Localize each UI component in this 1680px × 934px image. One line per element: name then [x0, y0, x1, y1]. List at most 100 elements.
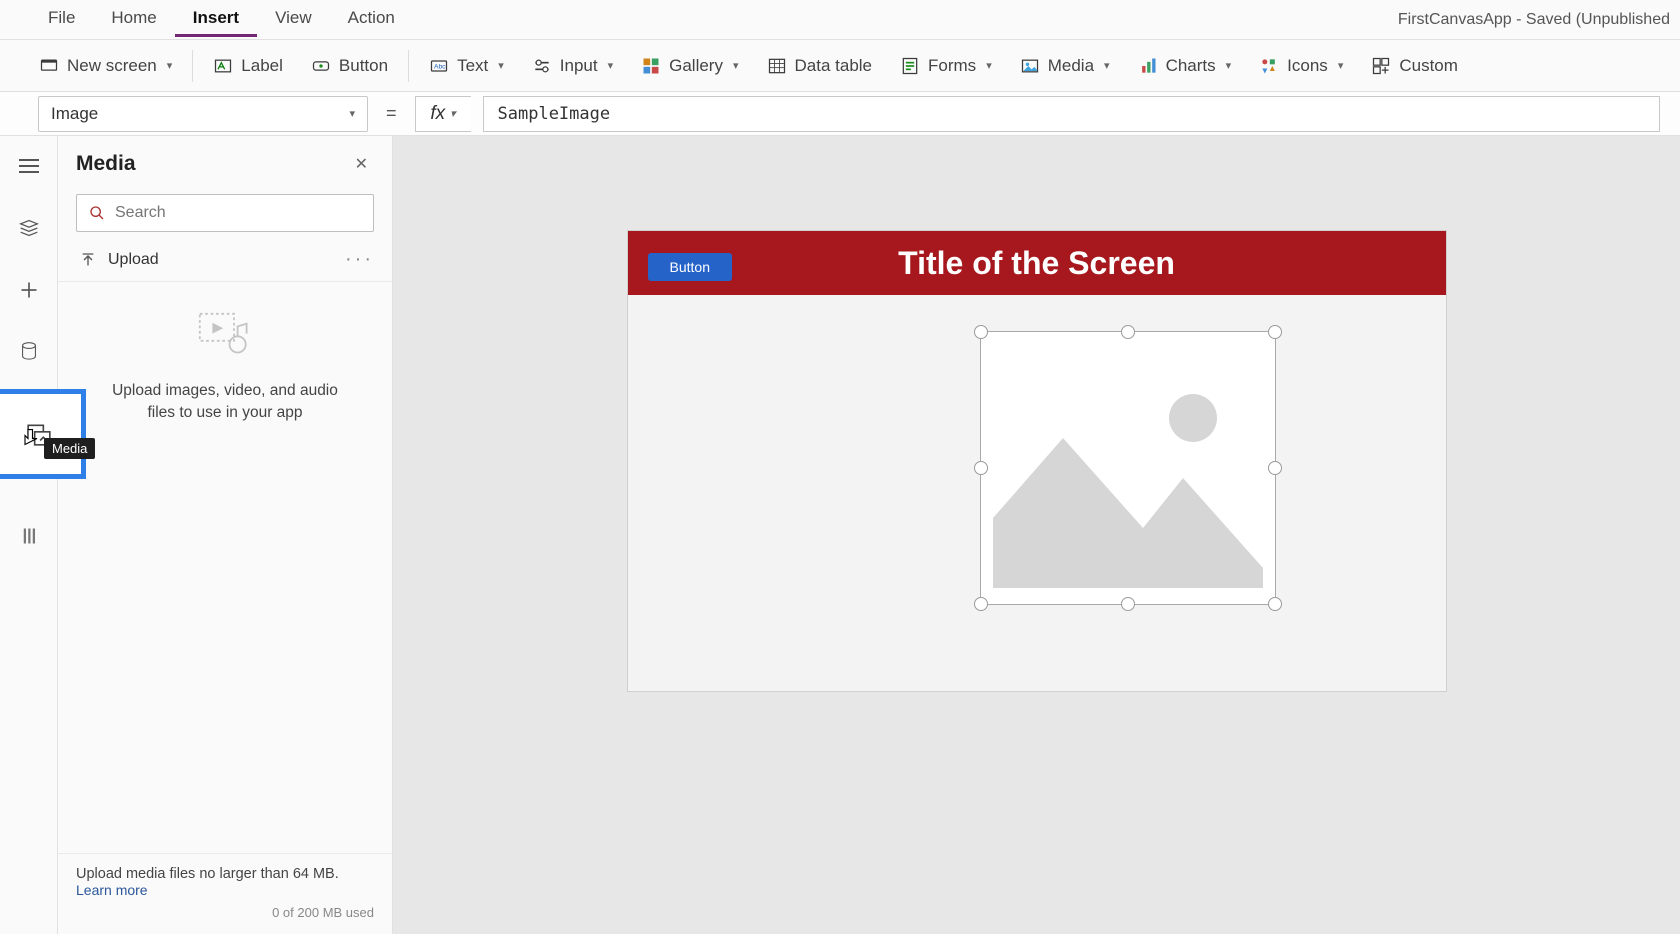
add-icon[interactable] [9, 270, 49, 310]
upload-hint: Upload images, video, and audio files to… [58, 380, 392, 423]
tree-view-icon[interactable] [9, 208, 49, 248]
forms-label: Forms [928, 56, 976, 76]
custom-label: Custom [1399, 56, 1458, 76]
chevron-down-icon: ▾ [608, 59, 614, 72]
text-label: Text [457, 56, 488, 76]
property-select[interactable]: Image ▾ [38, 96, 368, 132]
separator [192, 50, 193, 82]
property-value: Image [51, 104, 98, 124]
forms-icon [900, 56, 920, 76]
resize-handle[interactable] [1268, 461, 1282, 475]
input-icon [532, 56, 552, 76]
forms-button[interactable]: Forms ▾ [886, 50, 1006, 82]
storage-usage: 0 of 200 MB used [76, 905, 374, 920]
footer-text: Upload media files no larger than 64 MB. [76, 866, 374, 882]
chevron-down-icon: ▾ [167, 59, 173, 72]
input-label: Input [560, 56, 598, 76]
separator [408, 50, 409, 82]
close-icon[interactable]: ✕ [349, 148, 374, 180]
resize-handle[interactable] [1121, 597, 1135, 611]
media-tooltip: Media [44, 438, 95, 459]
equals-sign: = [380, 103, 403, 124]
charts-button[interactable]: Charts ▾ [1124, 50, 1246, 82]
app-screen[interactable]: Button Title of the Screen [628, 231, 1446, 691]
gallery-icon [641, 56, 661, 76]
search-box[interactable] [76, 194, 374, 232]
media-panel: Media ✕ Upload ··· Upload images, video,… [58, 136, 393, 934]
more-icon[interactable]: ··· [345, 248, 374, 271]
screen-header: Button Title of the Screen [628, 231, 1446, 295]
header-button[interactable]: Button [648, 253, 732, 281]
resize-handle[interactable] [974, 461, 988, 475]
menu-bar: File Home Insert View Action FirstCanvas… [0, 0, 1680, 40]
menu-action[interactable]: Action [330, 2, 413, 37]
learn-more-link[interactable]: Learn more [76, 882, 148, 898]
label-button[interactable]: Label [199, 50, 297, 82]
button-button[interactable]: Button [297, 50, 402, 82]
resize-handle[interactable] [974, 325, 988, 339]
new-screen-label: New screen [67, 56, 157, 76]
button-label: Button [339, 56, 388, 76]
media-button[interactable]: Media ▾ [1006, 50, 1124, 82]
icons-label: Icons [1287, 56, 1328, 76]
menu-file[interactable]: File [30, 2, 93, 37]
gallery-button[interactable]: Gallery ▾ [627, 50, 752, 82]
data-table-label: Data table [795, 56, 873, 76]
screen-title: Title of the Screen [628, 245, 1446, 282]
chevron-down-icon: ▾ [349, 107, 355, 120]
hamburger-icon[interactable] [9, 146, 49, 186]
data-table-button[interactable]: Data table [753, 50, 887, 82]
resize-handle[interactable] [1268, 325, 1282, 339]
advanced-tools-icon[interactable] [9, 516, 49, 556]
data-table-icon [767, 56, 787, 76]
charts-label: Charts [1166, 56, 1216, 76]
image-control[interactable] [980, 331, 1276, 605]
formula-input[interactable]: SampleImage [483, 96, 1660, 132]
label-icon [213, 56, 233, 76]
chevron-down-icon: ▾ [1226, 59, 1232, 72]
custom-icon [1371, 56, 1391, 76]
input-button[interactable]: Input ▾ [518, 50, 627, 82]
media-empty-icon [198, 312, 252, 358]
canvas[interactable]: Button Title of the Screen [393, 136, 1680, 934]
chevron-down-icon: ▾ [1338, 59, 1344, 72]
data-icon[interactable] [9, 332, 49, 372]
svg-text:Abc: Abc [434, 63, 446, 70]
ribbon: New screen ▾ Label Button Abc Text ▾ Inp… [0, 40, 1680, 92]
formula-bar: Image ▾ = fx▾ SampleImage [0, 92, 1680, 136]
icons-icon [1259, 56, 1279, 76]
menu-home[interactable]: Home [93, 2, 174, 37]
chevron-down-icon: ▾ [498, 59, 504, 72]
search-icon [89, 205, 105, 221]
media-label: Media [1048, 56, 1094, 76]
icons-button[interactable]: Icons ▾ [1245, 50, 1357, 82]
upload-icon [80, 252, 96, 268]
upload-label: Upload [108, 251, 159, 269]
screen-icon [39, 56, 59, 76]
resize-handle[interactable] [974, 597, 988, 611]
text-icon: Abc [429, 56, 449, 76]
image-placeholder-icon [981, 332, 1275, 604]
resize-handle[interactable] [1268, 597, 1282, 611]
label-label: Label [241, 56, 283, 76]
charts-icon [1138, 56, 1158, 76]
chevron-down-icon: ▾ [733, 59, 739, 72]
upload-button[interactable]: Upload [80, 251, 159, 269]
gallery-label: Gallery [669, 56, 723, 76]
text-button[interactable]: Abc Text ▾ [415, 50, 518, 82]
media-sidebar-button[interactable]: Media [0, 394, 81, 474]
new-screen-button[interactable]: New screen ▾ [25, 50, 186, 82]
main: Media Media ✕ Upload ··· [0, 136, 1680, 934]
app-title: FirstCanvasApp - Saved (Unpublished [1398, 11, 1670, 29]
left-sidebar: Media [0, 136, 58, 934]
fx-button[interactable]: fx▾ [415, 96, 471, 132]
panel-title: Media [76, 152, 136, 176]
custom-button[interactable]: Custom [1357, 50, 1472, 82]
menu-view[interactable]: View [257, 2, 330, 37]
button-icon [311, 56, 331, 76]
chevron-down-icon: ▾ [450, 107, 456, 120]
menu-insert[interactable]: Insert [175, 2, 257, 37]
search-input[interactable] [115, 204, 361, 222]
chevron-down-icon: ▾ [986, 59, 992, 72]
resize-handle[interactable] [1121, 325, 1135, 339]
